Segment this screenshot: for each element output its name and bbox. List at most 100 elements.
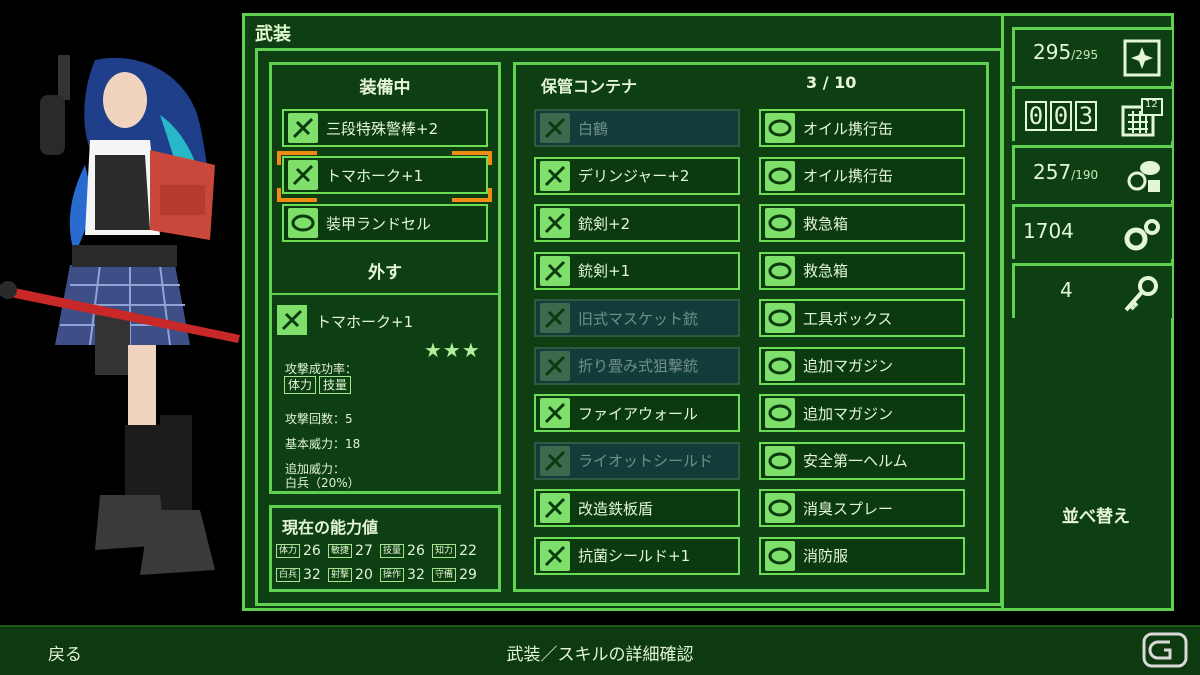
container-gear-item[interactable]: 追加マガジン bbox=[759, 394, 965, 432]
weapon-icon bbox=[540, 255, 570, 286]
panel-title: 武装 bbox=[255, 24, 291, 45]
hp-max: /295 bbox=[1071, 48, 1099, 62]
tag-skill: 技量 bbox=[319, 376, 352, 394]
food-value: 257 bbox=[1033, 160, 1072, 184]
food-display: 257/190 bbox=[1033, 160, 1098, 184]
container-gear-item[interactable]: 追加マガジン bbox=[759, 346, 965, 385]
weapon-icon bbox=[540, 113, 570, 143]
ability-row-1: 体力 26 敏捷 27 技量 26 知力 22 bbox=[276, 543, 481, 559]
watermark-logo bbox=[1142, 632, 1188, 668]
axe-icon bbox=[277, 305, 307, 335]
hit-rate-label: 攻撃成功率： bbox=[285, 362, 358, 376]
container-item-label: 追加マガジン bbox=[803, 404, 894, 423]
ability-value: 26 bbox=[303, 543, 321, 559]
container-weapon-item[interactable]: 旧式マスケット銃 bbox=[534, 299, 740, 337]
container-item-label: 銃剣+2 bbox=[578, 214, 631, 233]
rarity-stars: ★★★ bbox=[424, 338, 481, 362]
hit-rate-tags: 体力 技量 bbox=[284, 376, 354, 394]
ability-value: 32 bbox=[407, 567, 425, 583]
keys-panel: 4 bbox=[1012, 263, 1172, 318]
key-icon bbox=[1124, 276, 1158, 312]
keys-value: 4 bbox=[1060, 278, 1073, 302]
weapon-icon bbox=[540, 303, 570, 333]
gear-item-icon bbox=[765, 255, 795, 286]
equipped-slot-1-label: 三段特殊警棒+2 bbox=[326, 119, 439, 138]
selection-bracket-bl bbox=[277, 188, 317, 202]
container-heading: 保管コンテナ bbox=[541, 77, 638, 96]
container-weapon-item[interactable]: 改造鉄板盾 bbox=[534, 489, 740, 527]
detail-item-name: トマホーク+1 bbox=[316, 313, 414, 331]
container-item-label: 追加マガジン bbox=[803, 357, 894, 375]
parts-panel: 1704 bbox=[1012, 204, 1172, 259]
container-item-label: 工具ボックス bbox=[803, 309, 893, 328]
gear-item-icon bbox=[765, 493, 795, 523]
food-panel: 257/190 bbox=[1012, 145, 1172, 200]
weapon-icon bbox=[540, 445, 570, 476]
container-gear-item[interactable]: 救急箱 bbox=[759, 251, 965, 290]
food-max: /190 bbox=[1071, 168, 1099, 182]
parts-value: 1704 bbox=[1023, 219, 1074, 243]
container-gear-item[interactable]: 消臭スプレー bbox=[759, 489, 965, 527]
container-item-label: 消防服 bbox=[803, 547, 849, 565]
ability-label: 体力 bbox=[276, 544, 301, 558]
gear-item-icon bbox=[765, 540, 795, 571]
calendar-day: 12 bbox=[1145, 99, 1158, 110]
container-gear-item[interactable]: 工具ボックス bbox=[759, 299, 965, 337]
extra-power-value: 白兵（20%） bbox=[285, 476, 360, 490]
sort-button[interactable]: 並べ替え bbox=[1062, 502, 1130, 527]
unequip-button[interactable]: 外す bbox=[269, 258, 501, 283]
gear-item-icon bbox=[765, 398, 795, 428]
container-weapon-item[interactable]: デリンジャー+2 bbox=[534, 156, 740, 195]
container-item-label: 消臭スプレー bbox=[803, 499, 894, 518]
container-weapon-item[interactable]: ファイアウォール bbox=[534, 394, 740, 432]
selection-bracket-tl bbox=[277, 151, 317, 165]
ability-label: 白兵 bbox=[276, 568, 301, 582]
day-counter-panel: 0 0 3 12 bbox=[1012, 86, 1172, 141]
equipped-slot-3-label: 装甲ランドセル bbox=[326, 214, 432, 233]
container-weapon-item[interactable]: ライオットシールド bbox=[534, 441, 740, 480]
container-gear-item[interactable]: 救急箱 bbox=[759, 204, 965, 242]
container-item-label: 白鶴 bbox=[578, 119, 609, 138]
ability-value: 26 bbox=[407, 543, 425, 559]
selection-bracket-tr bbox=[452, 151, 492, 165]
container-item-label: 安全第一ヘルム bbox=[803, 452, 908, 470]
container-item-label: ライオットシールド bbox=[578, 452, 714, 470]
equipped-slot-2-label: トマホーク+1 bbox=[326, 166, 424, 185]
equipped-slot-1[interactable]: 三段特殊警棒+2 bbox=[282, 109, 488, 147]
ability-value: 20 bbox=[355, 567, 373, 583]
food-icon bbox=[1127, 161, 1160, 192]
ability-value: 27 bbox=[355, 543, 373, 559]
weapon-icon bbox=[540, 160, 570, 191]
container-weapon-item[interactable]: 抗菌シールド+1 bbox=[534, 536, 740, 575]
ability-label: 守備 bbox=[432, 568, 457, 582]
container-gear-item[interactable]: オイル携行缶 bbox=[759, 109, 965, 147]
container-item-label: 旧式マスケット銃 bbox=[578, 309, 699, 328]
container-item-label: 折り畳み式狙撃銃 bbox=[578, 357, 699, 375]
gear-item-icon bbox=[765, 445, 795, 476]
attack-count: 攻撃回数：5 bbox=[285, 412, 353, 426]
weapon-icon bbox=[540, 398, 570, 428]
container-weapon-item[interactable]: 銃剣+1 bbox=[534, 251, 740, 290]
weapon-icon bbox=[540, 208, 570, 238]
equipped-slot-3[interactable]: 装甲ランドセル bbox=[282, 204, 488, 242]
container-gear-item[interactable]: オイル携行缶 bbox=[759, 156, 965, 195]
ability-row-2: 白兵 32 射撃 20 操作 32 守備 29 bbox=[276, 567, 481, 583]
day-digit: 3 bbox=[1075, 101, 1097, 131]
container-weapon-item[interactable]: 折り畳み式狙撃銃 bbox=[534, 346, 740, 385]
container-weapon-item[interactable]: 白鶴 bbox=[534, 109, 740, 147]
ability-label: 技量 bbox=[380, 544, 405, 558]
ability-label: 射撃 bbox=[328, 568, 353, 582]
container-gear-item[interactable]: 消防服 bbox=[759, 536, 965, 575]
ability-heading: 現在の能力値 bbox=[282, 518, 379, 537]
container-item-label: 救急箱 bbox=[803, 262, 849, 280]
container-weapon-item[interactable]: 銃剣+2 bbox=[534, 204, 740, 242]
gear-item-icon bbox=[765, 303, 795, 333]
ability-value: 29 bbox=[459, 567, 477, 583]
container-gear-item[interactable]: 安全第一ヘルム bbox=[759, 441, 965, 480]
ability-value: 32 bbox=[303, 567, 321, 583]
weapon-icon bbox=[540, 350, 570, 381]
baton-icon bbox=[288, 113, 318, 143]
day-digit: 0 bbox=[1050, 101, 1072, 131]
gear-item-icon bbox=[765, 208, 795, 238]
calendar-icon bbox=[1121, 98, 1163, 137]
